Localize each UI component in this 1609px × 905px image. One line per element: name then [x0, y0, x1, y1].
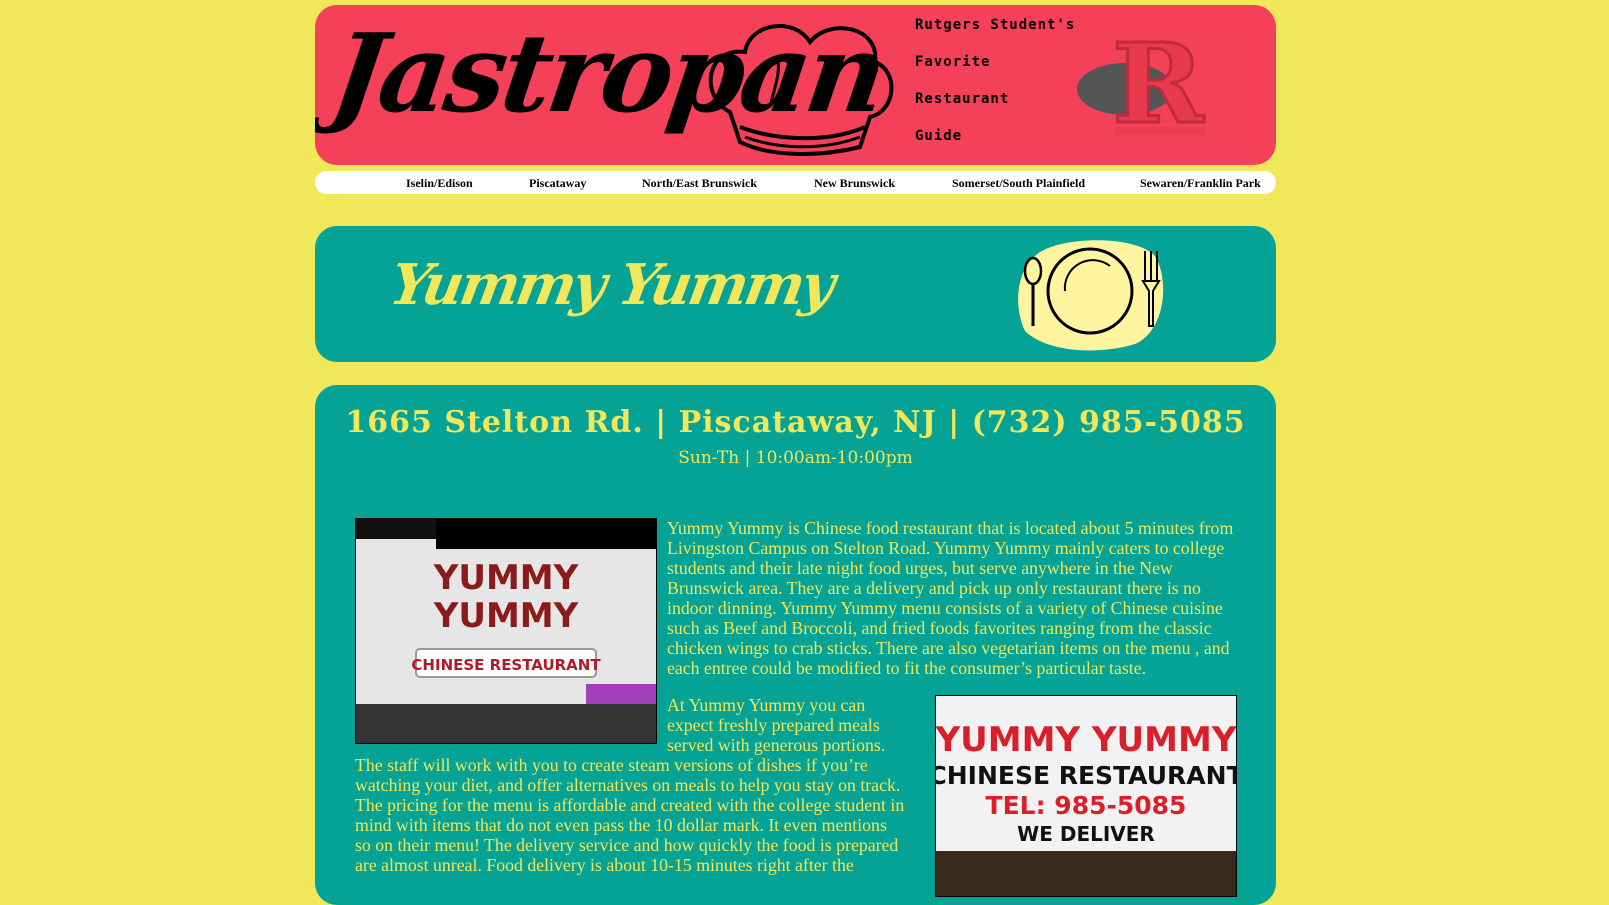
storefront-sign-text: CHINESE RESTAURANT [411, 656, 601, 674]
plate-utensils-icon [1018, 240, 1164, 351]
storefront-sign-text: YUMMY [433, 596, 579, 636]
delivery-sign-text: WE DELIVER [1017, 822, 1155, 846]
tagline-line: Favorite [915, 54, 991, 70]
restaurant-hours: Sun-Th | 10:00am-10:00pm [678, 448, 913, 468]
nav-piscataway[interactable]: Piscataway [529, 176, 586, 191]
nav-new-brunswick[interactable]: New Brunswick [814, 176, 895, 191]
tagline-line: Guide [915, 128, 963, 144]
delivery-sign-text: YUMMY YUMMY [935, 720, 1237, 760]
storefront-sign-text: YUMMY [433, 558, 579, 598]
nav-iselin-edison[interactable]: Iselin/Edison [406, 176, 473, 191]
tagline-line: Restaurant [915, 91, 1010, 107]
restaurant-details: 1665 Stelton Rd. | Piscataway, NJ | (732… [315, 385, 1276, 905]
chef-hat-icon [708, 24, 894, 156]
restaurant-address: 1665 Stelton Rd. | Piscataway, NJ | (732… [345, 405, 1246, 440]
delivery-sign-photo: YUMMY YUMMY CHINESE RESTAURANT TEL: 985-… [935, 695, 1237, 897]
restaurant-name: Yummy Yummy [385, 252, 838, 318]
storefront-photo: YUMMY YUMMY CHINESE RESTAURANT [355, 518, 657, 744]
site-header: Jastropan Rutgers Student's Favorite Res… [315, 5, 1276, 165]
location-nav: Iselin/Edison Piscataway North/East Brun… [315, 171, 1276, 194]
nav-somerset-south-plainfield[interactable]: Somerset/South Plainfield [952, 176, 1085, 191]
delivery-sign-text: TEL: 985-5085 [986, 791, 1187, 820]
nav-sewaren-franklin-park[interactable]: Sewaren/Franklin Park [1140, 176, 1261, 191]
rutgers-r-logo: R [1077, 27, 1207, 150]
delivery-sign-text: CHINESE RESTAURANT [935, 761, 1237, 790]
nav-north-east-brunswick[interactable]: North/East Brunswick [642, 176, 757, 191]
tagline-line: Rutgers Student's [915, 17, 1076, 33]
restaurant-banner: Yummy Yummy [315, 226, 1276, 362]
restaurant-review: YUMMY YUMMY CHINESE RESTAURANT Yummy Yum… [355, 518, 1237, 897]
